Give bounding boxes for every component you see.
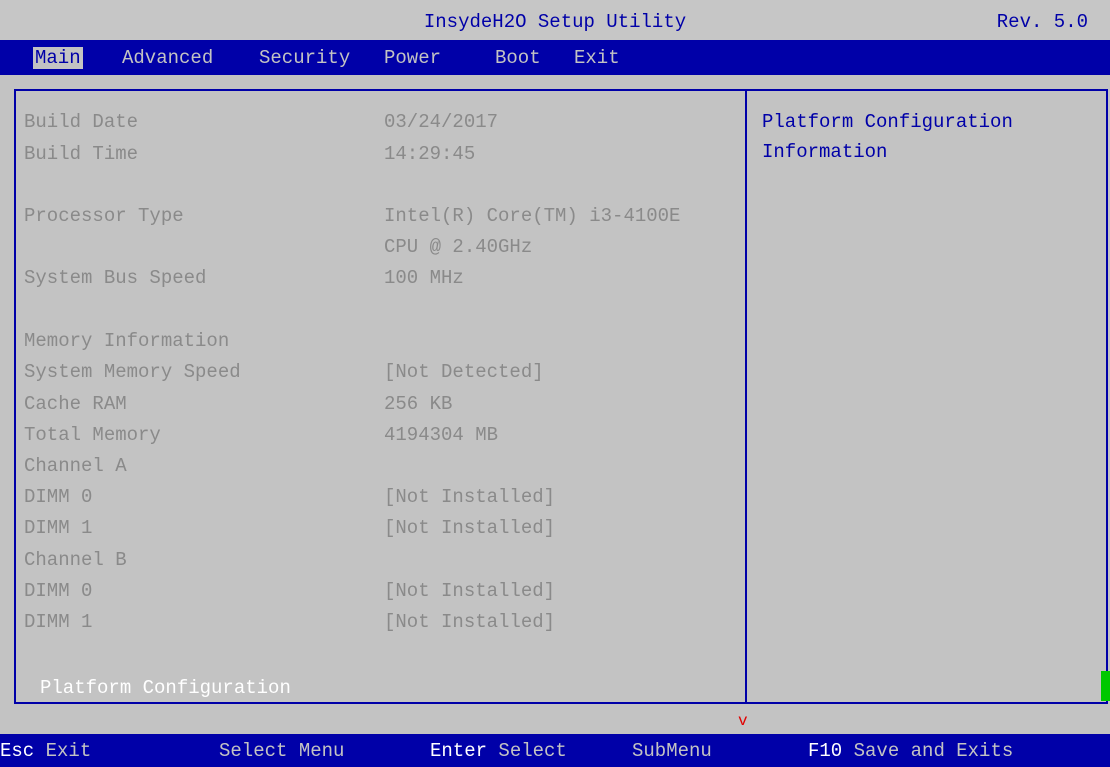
scrollbar-thumb[interactable]: [1101, 671, 1110, 701]
panel-divider: [745, 91, 747, 704]
status-enter: Enter Select: [430, 740, 567, 762]
revision-label: Rev. 5.0: [996, 11, 1088, 33]
total-memory-value: 4194304 MB: [384, 424, 499, 446]
channel-a-dimm0-value: [Not Installed]: [384, 486, 556, 508]
cache-ram-label: Cache RAM: [24, 393, 127, 415]
channel-b-dimm0-value: [Not Installed]: [384, 580, 556, 602]
status-esc: Esc Exit: [0, 740, 91, 762]
channel-b-dimm1-label: DIMM 1: [24, 611, 93, 633]
build-date-value: 03/24/2017: [384, 111, 499, 133]
title-bar: InsydeH2O Setup Utility Rev. 5.0: [0, 0, 1110, 40]
channel-b-dimm0-label: DIMM 0: [24, 580, 93, 602]
help-line-1: Platform Configuration: [762, 111, 1013, 133]
memory-information-label: Memory Information: [24, 330, 230, 352]
build-time-value: 14:29:45: [384, 143, 476, 165]
channel-b-label: Channel B: [24, 549, 127, 571]
platform-configuration-item[interactable]: Platform Configuration: [40, 675, 291, 701]
build-date-label: Build Date: [24, 111, 139, 133]
cache-ram-value: 256 KB: [384, 393, 453, 415]
channel-a-dimm0-label: DIMM 0: [24, 486, 93, 508]
menu-exit[interactable]: Exit: [572, 47, 622, 69]
channel-a-dimm1-value: [Not Installed]: [384, 517, 556, 539]
channel-b-dimm1-value: [Not Installed]: [384, 611, 556, 633]
system-memory-speed-value: [Not Detected]: [384, 361, 544, 383]
menu-bar: Main Advanced Security Power Boot Exit: [0, 40, 1110, 75]
status-bar: Esc Exit Select Menu Enter Select SubMen…: [0, 734, 1110, 767]
menu-main[interactable]: Main: [33, 47, 83, 69]
esc-key: Esc: [0, 740, 35, 762]
status-select-menu: Select Menu: [219, 740, 345, 762]
window-title: InsydeH2O Setup Utility: [423, 11, 687, 33]
menu-advanced[interactable]: Advanced: [120, 47, 215, 69]
channel-a-dimm1-label: DIMM 1: [24, 517, 93, 539]
main-content: Build Date 03/24/2017 Build Time 14:29:4…: [0, 75, 1110, 730]
processor-type-value-cont: CPU @ 2.40GHz: [384, 236, 533, 258]
status-submenu: SubMenu: [632, 740, 712, 762]
enter-key: Enter: [430, 740, 488, 762]
channel-a-label: Channel A: [24, 455, 127, 477]
help-line-2: Information: [762, 141, 888, 163]
menu-boot[interactable]: Boot: [493, 47, 543, 69]
f10-action: Save and Exits: [853, 740, 1014, 762]
menu-power[interactable]: Power: [382, 47, 443, 69]
content-frame: [14, 89, 1108, 704]
system-bus-speed-value: 100 MHz: [384, 267, 464, 289]
help-panel: Platform Configuration Information: [762, 107, 1092, 167]
system-memory-speed-label: System Memory Speed: [24, 361, 241, 383]
status-f10: F10 Save and Exits: [808, 740, 1013, 762]
menu-security[interactable]: Security: [257, 47, 352, 69]
enter-action: Select: [498, 740, 567, 762]
processor-type-label: Processor Type: [24, 205, 184, 227]
build-time-label: Build Time: [24, 143, 139, 165]
scroll-down-arrow-icon: v: [738, 712, 748, 730]
total-memory-label: Total Memory: [24, 424, 161, 446]
system-bus-speed-label: System Bus Speed: [24, 267, 207, 289]
processor-type-value: Intel(R) Core(TM) i3-4100E: [384, 205, 681, 227]
f10-key: F10: [808, 740, 843, 762]
esc-action: Exit: [45, 740, 92, 762]
